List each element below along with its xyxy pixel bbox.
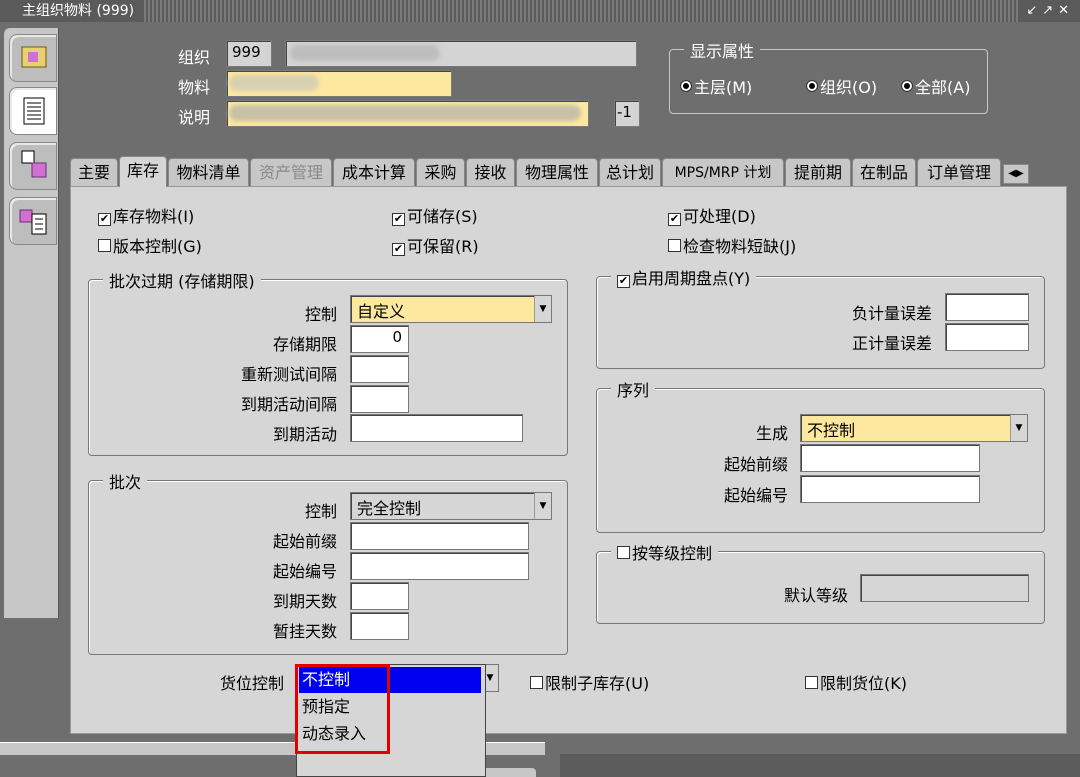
record-list-icon bbox=[23, 97, 45, 125]
folder-icon bbox=[21, 46, 47, 68]
radio-master-level[interactable]: 主层(M) bbox=[680, 74, 752, 98]
pos-tolerance-input[interactable] bbox=[945, 323, 1029, 351]
inventory-item-checkbox[interactable]: ✔ 库存物料(I) bbox=[98, 203, 194, 227]
chevron-down-icon[interactable]: ▼ bbox=[1010, 415, 1027, 441]
description-field[interactable] bbox=[226, 100, 589, 127]
tab-wip[interactable]: 在制品 bbox=[852, 158, 916, 186]
bottom-tab bbox=[480, 768, 536, 777]
tab-receiving[interactable]: 接收 bbox=[466, 158, 515, 186]
expiry-action-interval-label: 到期活动间隔 bbox=[240, 395, 337, 414]
tab-mps-mrp[interactable]: MPS/MRP 计划 bbox=[662, 158, 784, 186]
org-label: 组织 bbox=[178, 48, 211, 67]
neg-tolerance-input[interactable] bbox=[945, 293, 1029, 321]
lot-number-input[interactable] bbox=[350, 552, 529, 580]
sidebar-tab-item[interactable] bbox=[9, 142, 57, 190]
shelf-life-input[interactable]: 0 bbox=[350, 325, 409, 353]
status-strip bbox=[560, 754, 1080, 777]
lot-prefix-input[interactable] bbox=[350, 522, 529, 550]
transactable-checkbox[interactable]: ✔ 可处理(D) bbox=[668, 203, 756, 227]
shelf-life-label: 存储期限 bbox=[272, 335, 337, 354]
redacted-text bbox=[229, 75, 319, 91]
expiry-action-input[interactable] bbox=[350, 414, 523, 442]
tab-scroll-icon[interactable]: ◀▶ bbox=[1003, 164, 1029, 184]
tab-purchasing[interactable]: 采购 bbox=[416, 158, 465, 186]
locator-control-label: 货位控制 bbox=[219, 674, 284, 693]
lot-control-label: 控制 bbox=[304, 502, 337, 521]
sidebar-tab-attributes[interactable] bbox=[9, 197, 57, 245]
window-controls[interactable]: ↙↗✕ bbox=[1020, 0, 1080, 22]
inventory-tab-panel: ✔ 库存物料(I) ✔ 可储存(S) ✔ 可处理(D) 版本控制(G) ✔ 可保留(R)… bbox=[70, 186, 1067, 734]
tab-order-management[interactable]: 订单管理 bbox=[917, 158, 1001, 186]
serial-number-input[interactable] bbox=[800, 475, 980, 503]
tab-asset-management[interactable]: 资产管理 bbox=[250, 158, 332, 186]
sidebar-tab-folder[interactable] bbox=[9, 34, 57, 82]
redacted-text bbox=[290, 45, 440, 61]
grade-control-checkbox[interactable]: 按等级控制 bbox=[611, 540, 719, 564]
serial-generation-label: 生成 bbox=[755, 424, 788, 443]
lot-control-select[interactable]: 完全控制 ▼ bbox=[350, 492, 552, 520]
chevron-down-icon[interactable]: ▼ bbox=[534, 296, 551, 322]
default-grade-label: 默认等级 bbox=[783, 586, 848, 605]
default-grade-input[interactable] bbox=[860, 574, 1029, 602]
org-name-field[interactable] bbox=[285, 40, 637, 67]
tab-lead-times[interactable]: 提前期 bbox=[785, 158, 851, 186]
display-attributes-legend: 显示属性 bbox=[684, 38, 761, 62]
lot-legend: 批次 bbox=[103, 469, 148, 493]
hold-days-label: 暂挂天数 bbox=[272, 622, 337, 641]
expiry-action-interval-input[interactable] bbox=[350, 385, 409, 413]
revision-control-checkbox[interactable]: 版本控制(G) bbox=[98, 233, 202, 257]
description-suffix-field[interactable]: -1 bbox=[614, 100, 640, 127]
serial-generation-select[interactable]: 不控制 ▼ bbox=[800, 414, 1028, 442]
sidebar-tab-record[interactable] bbox=[9, 87, 57, 135]
tab-inventory[interactable]: 库存 bbox=[119, 156, 167, 187]
tab-physical-attributes[interactable]: 物理属性 bbox=[516, 158, 598, 186]
hold-days-input[interactable] bbox=[350, 612, 409, 640]
serial-number-label: 起始编号 bbox=[723, 486, 788, 505]
tab-costing[interactable]: 成本计算 bbox=[333, 158, 415, 186]
reservable-checkbox[interactable]: ✔ 可保留(R) bbox=[392, 233, 479, 257]
lot-prefix-label: 起始前缀 bbox=[272, 532, 337, 551]
lot-number-label: 起始编号 bbox=[272, 562, 337, 581]
serial-prefix-label: 起始前缀 bbox=[723, 455, 788, 474]
check-shortages-checkbox[interactable]: 检查物料短缺(J) bbox=[668, 233, 796, 257]
org-code-field[interactable]: 999 bbox=[226, 40, 272, 67]
retest-interval-label: 重新测试间隔 bbox=[240, 365, 337, 384]
attribute-list-icon bbox=[19, 209, 47, 235]
radio-org-level[interactable]: 组织(O) bbox=[806, 74, 877, 98]
chevron-down-icon[interactable]: ▼ bbox=[534, 493, 551, 519]
tab-main[interactable]: 主要 bbox=[70, 158, 118, 186]
maturity-days-label: 到期天数 bbox=[272, 592, 337, 611]
redacted-text bbox=[229, 105, 581, 121]
lot-expiration-legend: 批次过期 (存储期限) bbox=[103, 268, 261, 292]
item-field[interactable] bbox=[226, 70, 452, 97]
lot-exp-control-label: 控制 bbox=[304, 305, 337, 324]
radio-all[interactable]: 全部(A) bbox=[901, 74, 970, 98]
window-title: 主组织物料 (999) bbox=[0, 0, 143, 22]
item-label: 物料 bbox=[178, 78, 211, 97]
item-cube-icon bbox=[21, 150, 47, 178]
title-bar: O 主组织物料 (999) ↙↗✕ bbox=[0, 0, 1080, 22]
tab-bom[interactable]: 物料清单 bbox=[168, 158, 249, 186]
highlight-box bbox=[295, 664, 390, 754]
lot-exp-control-select[interactable]: 自定义 ▼ bbox=[350, 295, 552, 323]
pos-tolerance-label: 正计量误差 bbox=[851, 334, 932, 353]
neg-tolerance-label: 负计量误差 bbox=[851, 304, 932, 323]
tab-general-planning[interactable]: 总计划 bbox=[599, 158, 661, 186]
restrict-subinventory-checkbox[interactable]: 限制子库存(U) bbox=[530, 670, 649, 694]
stockable-checkbox[interactable]: ✔ 可储存(S) bbox=[392, 203, 478, 227]
cycle-count-checkbox[interactable]: ✔ 启用周期盘点(Y) bbox=[611, 265, 757, 289]
serial-prefix-input[interactable] bbox=[800, 444, 980, 472]
retest-interval-input[interactable] bbox=[350, 355, 409, 383]
description-label: 说明 bbox=[178, 108, 211, 127]
maturity-days-input[interactable] bbox=[350, 582, 409, 610]
restrict-locator-checkbox[interactable]: 限制货位(K) bbox=[805, 670, 907, 694]
expiry-action-label: 到期活动 bbox=[272, 425, 337, 444]
serial-legend: 序列 bbox=[611, 377, 656, 401]
